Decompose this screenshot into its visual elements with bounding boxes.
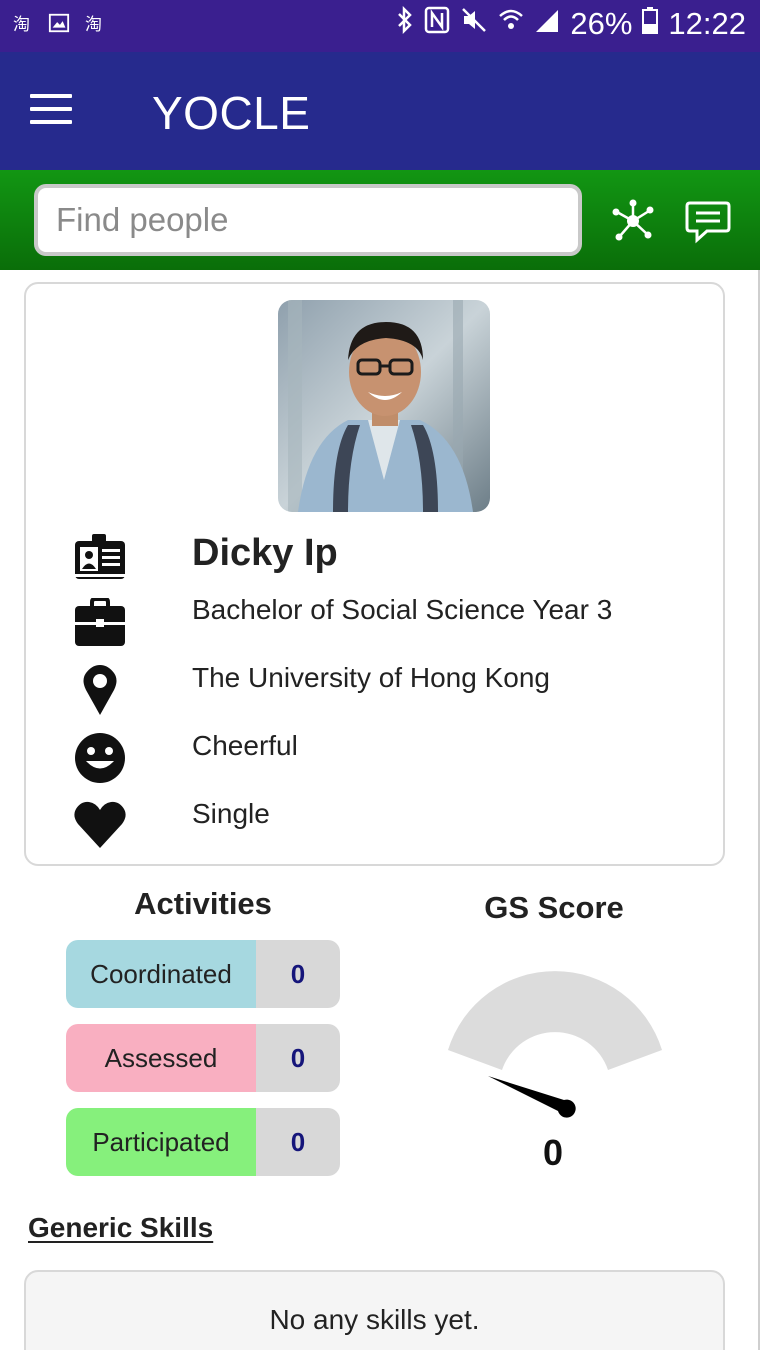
- profile-name-row: Dicky Ip: [26, 530, 726, 590]
- activity-label: Coordinated: [66, 940, 256, 1008]
- profile-programme-row: Bachelor of Social Science Year 3: [26, 590, 726, 650]
- taobao-icon: 淘: [84, 12, 106, 34]
- gauge-arc: [448, 971, 662, 1070]
- activity-participated[interactable]: Participated 0: [66, 1108, 340, 1176]
- location-pin-icon: [72, 664, 128, 720]
- svg-text:淘: 淘: [85, 15, 102, 34]
- heart-icon: [72, 800, 128, 856]
- id-badge-icon: [72, 534, 128, 590]
- profile-institution-row: The University of Hong Kong: [26, 658, 726, 718]
- profile-institution: The University of Hong Kong: [192, 662, 550, 693]
- activity-label: Participated: [66, 1108, 256, 1176]
- network-icon[interactable]: [610, 198, 656, 244]
- chat-icon[interactable]: [685, 198, 731, 244]
- svg-text:淘: 淘: [13, 15, 30, 34]
- smiley-face-icon: [72, 732, 128, 788]
- profile-card: Dicky Ip Bachelor of Social Science Year…: [24, 282, 725, 866]
- battery-percent: 26%: [570, 6, 633, 41]
- nfc-icon: [424, 6, 450, 42]
- taobao-icon: 淘: [12, 12, 34, 34]
- generic-skills-panel: No any skills yet.: [24, 1270, 725, 1350]
- profile-relationship-row: Single: [26, 794, 726, 854]
- app-bar: YOCLE: [0, 52, 760, 170]
- status-bar: 淘 淘 26% 12:22: [0, 0, 760, 52]
- activity-coordinated[interactable]: Coordinated 0: [66, 940, 340, 1008]
- gs-score-value: 0: [542, 1132, 564, 1173]
- activity-count: 0: [256, 1108, 340, 1176]
- activity-label: Assessed: [66, 1024, 256, 1092]
- gauge-needle: [488, 1076, 576, 1118]
- wifi-icon: [498, 6, 524, 42]
- status-system-icons: 26% 12:22: [396, 5, 746, 42]
- skills-empty-message: No any skills yet.: [269, 1304, 480, 1335]
- generic-skills-title[interactable]: Generic Skills: [28, 1212, 213, 1244]
- status-notification-icons: 淘 淘: [12, 12, 106, 34]
- avatar[interactable]: [278, 300, 490, 512]
- app-title: YOCLE: [152, 87, 311, 139]
- clock: 12:22: [668, 6, 746, 41]
- profile-programme: Bachelor of Social Science Year 3: [192, 594, 613, 625]
- search-bar: [0, 170, 760, 270]
- image-icon: [48, 12, 70, 34]
- activities-title: Activities: [134, 886, 272, 921]
- bluetooth-icon: [396, 5, 414, 42]
- mute-icon: [460, 6, 488, 42]
- activity-count: 0: [256, 940, 340, 1008]
- battery-icon: [642, 6, 659, 42]
- activity-count: 0: [256, 1024, 340, 1092]
- profile-relationship: Single: [192, 798, 270, 829]
- briefcase-icon: [72, 597, 128, 654]
- profile-personality-row: Cheerful: [26, 726, 726, 786]
- profile-name: Dicky Ip: [192, 532, 338, 574]
- search-input[interactable]: [34, 184, 582, 256]
- profile-personality: Cheerful: [192, 730, 298, 761]
- activity-assessed[interactable]: Assessed 0: [66, 1024, 340, 1092]
- hamburger-menu-icon[interactable]: [30, 94, 72, 126]
- gs-score-title: GS Score: [484, 890, 624, 925]
- signal-icon: [534, 6, 560, 42]
